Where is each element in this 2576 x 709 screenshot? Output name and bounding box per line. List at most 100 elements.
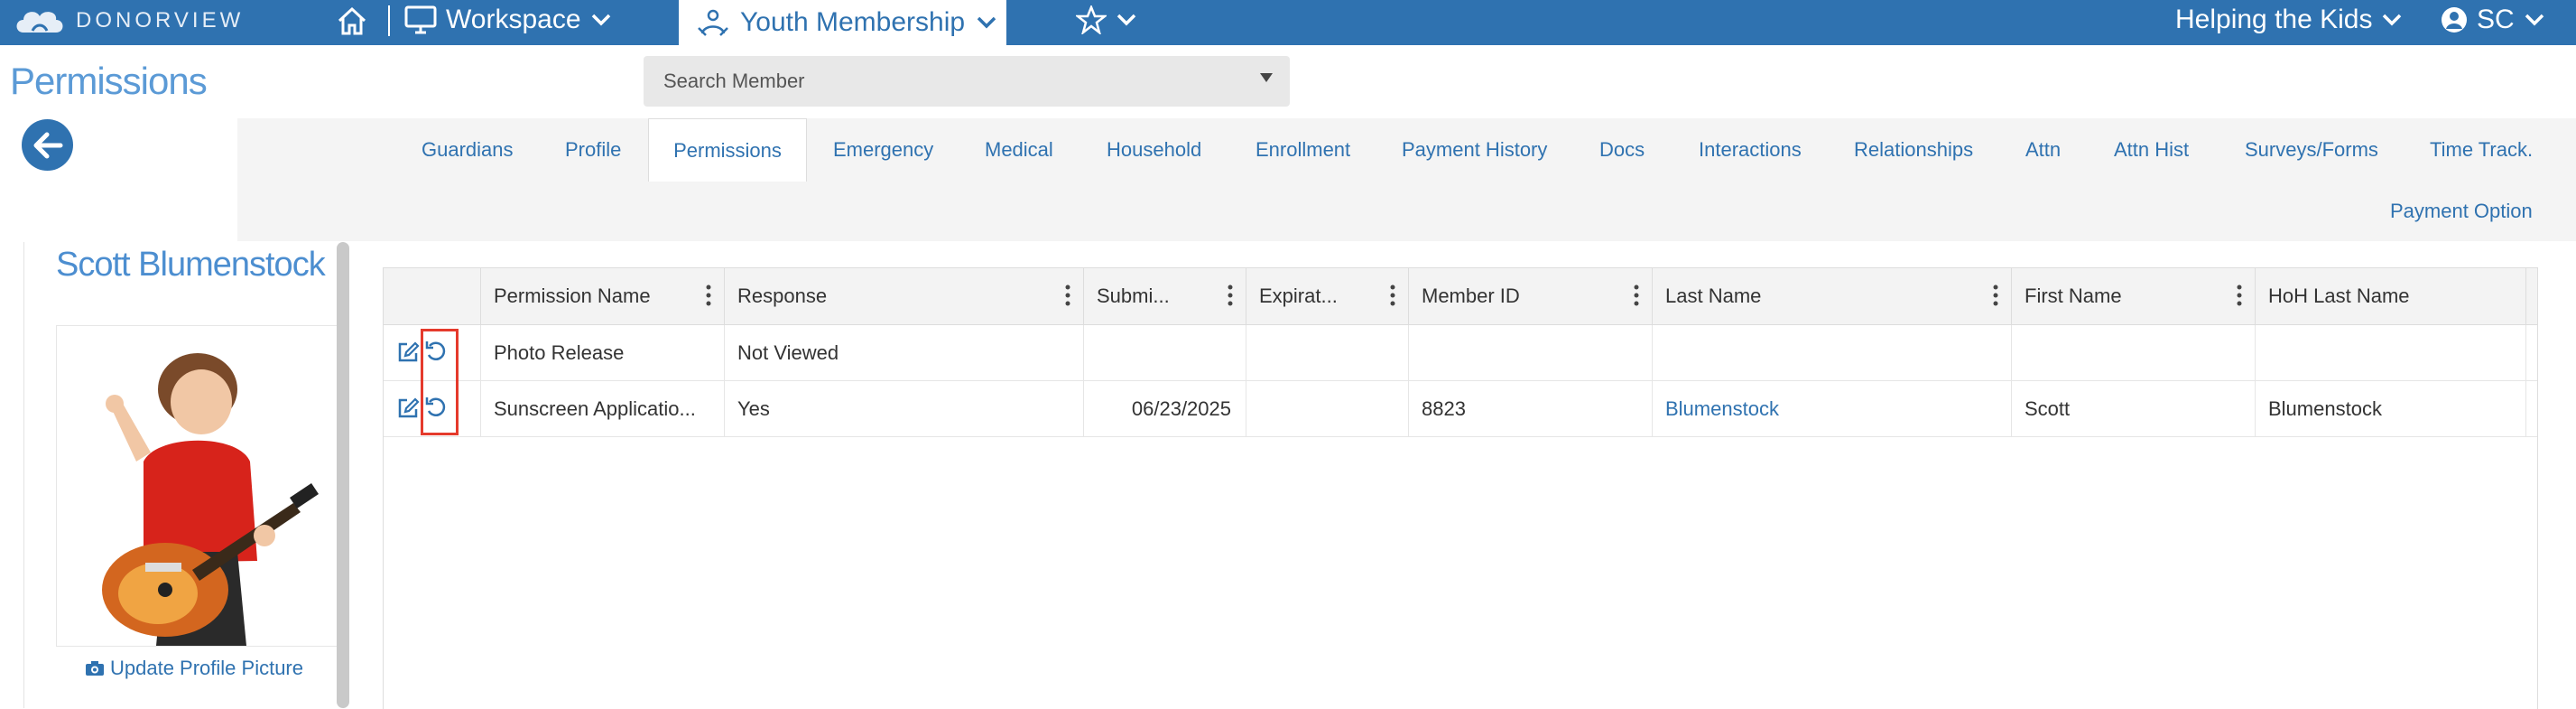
column-menu-icon[interactable] bbox=[1993, 285, 1998, 306]
tab-surveys-forms[interactable]: Surveys/Forms bbox=[2245, 118, 2378, 182]
chevron-down-icon bbox=[2525, 14, 2544, 26]
column-header-expiration[interactable]: Expirat... bbox=[1246, 268, 1409, 324]
cell-response: Not Viewed bbox=[725, 325, 1084, 380]
tab-docs[interactable]: Docs bbox=[1599, 118, 1645, 182]
arrow-left-icon bbox=[33, 132, 62, 158]
member-photo bbox=[56, 325, 339, 647]
chevron-down-icon bbox=[977, 16, 996, 29]
search-placeholder: Search Member bbox=[663, 70, 805, 92]
column-header-hoh-last-name[interactable]: HoH Last Name bbox=[2256, 268, 2526, 324]
tab-enrollment[interactable]: Enrollment bbox=[1256, 118, 1350, 182]
cell-submitted bbox=[1084, 325, 1246, 380]
back-button[interactable] bbox=[22, 119, 73, 171]
camera-icon bbox=[86, 661, 104, 676]
tab-relationships[interactable]: Relationships bbox=[1854, 118, 1973, 182]
column-menu-icon[interactable] bbox=[706, 285, 711, 306]
edit-icon[interactable] bbox=[396, 341, 420, 364]
cell-hoh-last-name: Blumenstock bbox=[2256, 381, 2526, 436]
column-title: Permission Name bbox=[494, 285, 651, 307]
tab-permissions[interactable]: Permissions bbox=[648, 118, 807, 182]
column-title: Submi... bbox=[1097, 285, 1170, 307]
column-menu-icon[interactable] bbox=[2237, 285, 2242, 306]
divider bbox=[388, 5, 390, 36]
tab-guardians[interactable]: Guardians bbox=[422, 118, 514, 182]
user-avatar-icon bbox=[2442, 7, 2467, 33]
chevron-down-icon bbox=[2383, 14, 2402, 26]
column-title: Response bbox=[737, 285, 828, 307]
column-menu-icon[interactable] bbox=[1634, 285, 1639, 306]
cell-first-name bbox=[2012, 325, 2256, 380]
column-header-submitted[interactable]: Submi... bbox=[1084, 268, 1246, 324]
column-header-response[interactable]: Response bbox=[725, 268, 1084, 324]
column-header-permission-name[interactable]: Permission Name bbox=[481, 268, 725, 324]
column-menu-icon[interactable] bbox=[1065, 285, 1070, 306]
column-title: Member ID bbox=[1422, 285, 1520, 307]
home-icon bbox=[338, 6, 366, 35]
tab-attn-hist[interactable]: Attn Hist bbox=[2114, 118, 2189, 182]
cloud-logo-icon bbox=[16, 12, 63, 33]
member-name: Scott Blumenstock bbox=[56, 246, 326, 284]
grid-header-row: Permission Name Response Submi... Expira… bbox=[384, 268, 2537, 325]
tab-payment-option[interactable]: Payment Option bbox=[2390, 197, 2533, 226]
tab-medical[interactable]: Medical bbox=[985, 118, 1053, 182]
people-icon bbox=[698, 9, 728, 36]
monitor-icon bbox=[404, 5, 437, 34]
tab-emergency[interactable]: Emergency bbox=[833, 118, 933, 182]
caret-down-icon bbox=[1260, 73, 1273, 82]
column-menu-icon[interactable] bbox=[1390, 285, 1395, 306]
column-title: Expirat... bbox=[1259, 285, 1338, 307]
tab-payment-history[interactable]: Payment History bbox=[1402, 118, 1547, 182]
cell-last-name[interactable]: Blumenstock bbox=[1653, 381, 2012, 436]
workspace-menu[interactable]: Workspace bbox=[404, 0, 612, 40]
cell-permission-name: Sunscreen Applicatio... bbox=[481, 381, 725, 436]
active-module-label: Youth Membership bbox=[740, 7, 966, 37]
chevron-down-icon bbox=[591, 14, 610, 26]
organization-menu[interactable]: Helping the Kids bbox=[2175, 0, 2403, 40]
cell-last-name[interactable] bbox=[1653, 325, 2012, 380]
table-row[interactable]: Photo Release Not Viewed bbox=[384, 325, 2537, 381]
actions-column-header bbox=[384, 268, 481, 324]
column-header-member-id[interactable]: Member ID bbox=[1409, 268, 1653, 324]
table-row[interactable]: Sunscreen Applicatio... Yes 06/23/2025 8… bbox=[384, 381, 2537, 437]
cell-expiration bbox=[1246, 325, 1409, 380]
top-navigation-bar: DONORVIEW Workspace Youth Membership Hel… bbox=[0, 0, 2576, 45]
cell-hoh-last-name bbox=[2256, 325, 2526, 380]
column-title: HoH Last Name bbox=[2268, 285, 2410, 307]
column-menu-icon[interactable] bbox=[1228, 285, 1233, 306]
column-header-last-name[interactable]: Last Name bbox=[1653, 268, 2012, 324]
permissions-grid: Permission Name Response Submi... Expira… bbox=[383, 267, 2538, 709]
member-search-select[interactable]: Search Member bbox=[644, 56, 1290, 107]
favorites-menu[interactable] bbox=[1076, 0, 1137, 40]
workspace-label: Workspace bbox=[446, 5, 581, 34]
column-title: First Name bbox=[2025, 285, 2122, 307]
annotation-highlight-box bbox=[421, 329, 459, 435]
update-profile-picture-label: Update Profile Picture bbox=[110, 657, 303, 679]
update-profile-picture-link[interactable]: Update Profile Picture bbox=[85, 657, 303, 680]
tab-time-track[interactable]: Time Track. bbox=[2430, 118, 2533, 182]
cell-first-name: Scott bbox=[2012, 381, 2256, 436]
home-button[interactable] bbox=[336, 3, 368, 39]
profile-scrollbar[interactable] bbox=[337, 242, 349, 708]
edit-icon[interactable] bbox=[396, 396, 420, 420]
user-initials: SC bbox=[2477, 5, 2515, 34]
brand-logo[interactable]: DONORVIEW bbox=[13, 0, 244, 42]
organization-label: Helping the Kids bbox=[2175, 5, 2373, 34]
cell-member-id: 8823 bbox=[1409, 381, 1653, 436]
active-module-menu[interactable]: Youth Membership bbox=[679, 0, 1006, 45]
tab-household[interactable]: Household bbox=[1107, 118, 1201, 182]
page-title: Permissions bbox=[10, 60, 208, 102]
tab-profile[interactable]: Profile bbox=[565, 118, 621, 182]
chevron-down-icon bbox=[1117, 14, 1136, 26]
star-icon bbox=[1076, 5, 1107, 34]
column-header-first-name[interactable]: First Name bbox=[2012, 268, 2256, 324]
cell-response: Yes bbox=[725, 381, 1084, 436]
cell-member-id bbox=[1409, 325, 1653, 380]
cell-expiration bbox=[1246, 381, 1409, 436]
brand-name: DONORVIEW bbox=[76, 8, 245, 33]
cell-submitted: 06/23/2025 bbox=[1084, 381, 1246, 436]
user-menu[interactable]: SC bbox=[2441, 0, 2545, 40]
tab-attn[interactable]: Attn bbox=[2025, 118, 2061, 182]
tab-interactions[interactable]: Interactions bbox=[1699, 118, 1802, 182]
cell-permission-name: Photo Release bbox=[481, 325, 725, 380]
column-title: Last Name bbox=[1665, 285, 1762, 307]
